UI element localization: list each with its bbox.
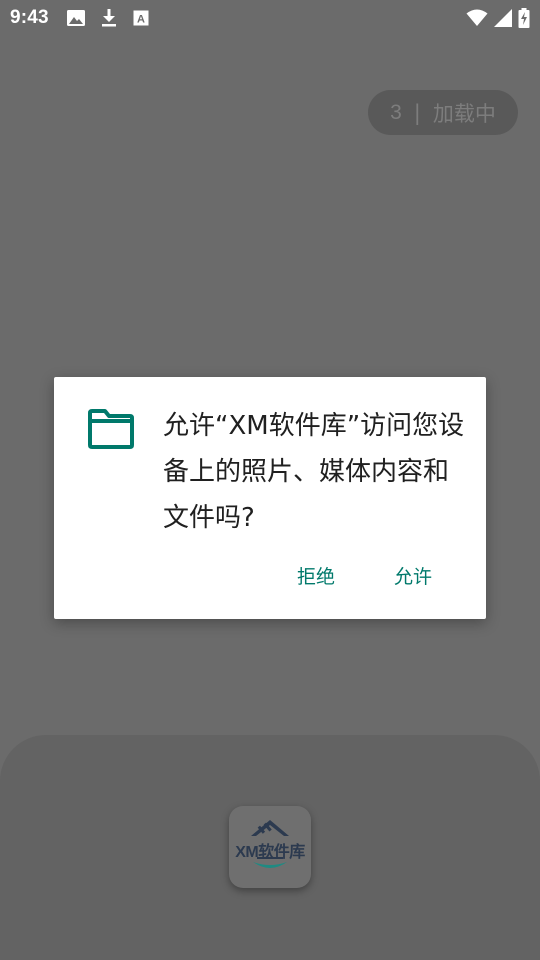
notification-icons: A [66,9,149,27]
folder-icon [88,409,134,453]
status-time: 9:43 [10,7,49,28]
allow-button[interactable]: 允许 [388,557,438,597]
download-icon [101,9,117,27]
svg-text:A: A [137,14,145,26]
dialog-message: 允许“XM软件库”访问您设备上的照片、媒体内容和文件吗? [163,411,465,533]
deny-button[interactable]: 拒绝 [291,557,341,597]
battery-charging-icon [518,8,530,28]
loading-indicator: 3 | 加载中 [368,90,518,135]
text-a-icon: A [133,10,149,26]
loading-count: 3 [390,100,402,124]
system-icons [466,0,530,36]
loading-separator: | [413,100,421,125]
loading-label: 加载中 [432,101,496,126]
status-bar: 9:43 A [0,0,540,36]
image-icon [66,10,85,26]
permission-dialog: 允许“XM软件库”访问您设备上的照片、媒体内容和文件吗? 拒绝 允许 [54,377,486,619]
dialog-actions: 拒绝 允许 [54,557,486,597]
app-icon: XM软件库 [229,806,311,888]
signal-icon [494,9,512,27]
app-logo-text: XM软件库 [235,844,305,861]
wifi-icon [466,9,488,27]
